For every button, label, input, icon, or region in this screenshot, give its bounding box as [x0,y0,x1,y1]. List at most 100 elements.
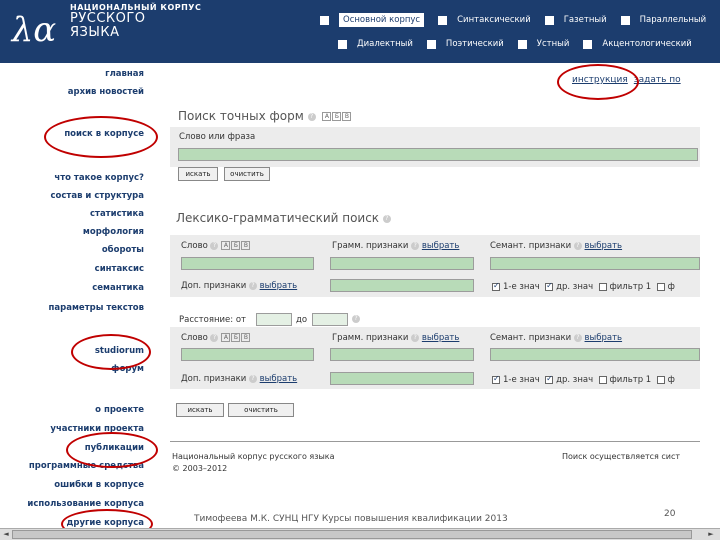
logo[interactable]: λα [6,4,62,56]
extra-choose-link-1[interactable]: выбрать [260,281,298,291]
gram-choose-link[interactable]: выбрать [422,241,460,251]
sidebar-item-phrases[interactable]: обороты [102,245,144,255]
footer-engine-note: Поиск осуществляется сист [562,452,681,461]
sem-label: Семант. признаки ? выбрать [490,241,622,251]
gram-label-2: Грамм. признаки ? выбрать [332,333,459,343]
exact-search-title-text: Поиск точных форм [178,109,304,123]
exact-clear-button[interactable]: очистить [224,167,270,181]
sem-choose-link-2[interactable]: выбрать [585,333,623,343]
help-icon[interactable]: ? [411,333,420,342]
checkbox-filter-1-2[interactable] [598,375,607,384]
extra-label-2: Доп. признаки ? выбрать [181,374,297,384]
nav-poetic-corpus[interactable]: Поэтический [426,39,504,49]
checkbox-filter-1[interactable] [598,282,607,291]
help-icon[interactable]: ? [248,281,257,290]
kbd-key: А [221,333,231,342]
highlight-corpus-search [44,116,158,158]
word-input-1[interactable] [181,257,314,270]
keyboard-icon[interactable]: АБВ [220,333,251,342]
slide-page-number: 20 [664,509,676,519]
checkbox-first-sense-2[interactable] [492,374,500,384]
sem-choose-link[interactable]: выбрать [585,241,623,251]
nav-accent-corpus[interactable]: Акцентологический [583,39,692,49]
sidebar-item-news-archive[interactable]: архив новостей [68,87,144,97]
sidebar-item-text-params[interactable]: параметры текстов [49,303,144,313]
help-icon[interactable]: ? [411,241,420,250]
checkbox-first-sense[interactable] [492,281,500,291]
lexgram-title-text: Лексико-грамматический поиск [176,211,380,225]
help-icon[interactable]: ? [210,333,219,342]
sidebar-item-semantics[interactable]: семантика [92,283,144,293]
help-icon[interactable]: ? [307,112,316,121]
gram-choose-link-2[interactable]: выбрать [422,333,460,343]
footer-corpus-name: Национальный корпус русского языка [172,452,335,461]
help-icon[interactable]: ? [382,214,391,223]
sidebar-item-what-is-corpus[interactable]: что такое корпус? [54,173,144,183]
sem-label-text: Семант. признаки [490,241,572,251]
sidebar-item-statistics[interactable]: статистика [90,209,144,219]
sidebar-item-about[interactable]: о проекте [95,405,144,415]
highlight-studiorum [71,334,151,370]
lexgram-search-button[interactable]: искать [176,403,224,417]
opt-other-sense-label: др. знач [556,282,594,292]
sidebar-item-structure[interactable]: состав и структура [51,191,144,201]
help-icon[interactable]: ? [248,374,257,383]
footer-copyright: © 2003–2012 [172,464,228,473]
nav-parallel-corpus[interactable]: Параллельный [620,15,706,25]
opt-filter-2-1-label: фильтр 1 [609,375,652,385]
nav-spoken-corpus[interactable]: Устный [517,39,569,49]
sidebar-item-corpus-usage[interactable]: использование корпуса [27,499,144,509]
gram-input-2[interactable] [330,348,474,361]
extra-input-1[interactable] [330,279,474,292]
nav-main-corpus[interactable]: Основной корпус [320,13,425,27]
sem-input-1[interactable] [490,257,700,270]
sem-input-2[interactable] [490,348,700,361]
scroll-left-icon[interactable]: ◄ [1,529,11,540]
distance-to-input[interactable] [312,313,348,326]
ask-question-link[interactable]: задать по [634,75,681,85]
exact-phrase-input[interactable] [178,148,698,161]
sidebar-item-errors[interactable]: ошибки в корпусе [54,480,144,490]
square-icon [426,39,436,49]
highlight-instruction [557,64,639,100]
word-label-text: Слово [181,241,208,251]
scrollbar-thumb[interactable] [12,530,692,539]
checkbox-other-sense-2[interactable] [545,374,554,384]
word-input-2[interactable] [181,348,314,361]
word-label-2: Слово ? А Б В [181,333,251,343]
word-label: Слово ? А Б В [181,241,251,251]
logo-text: НАЦИОНАЛЬНЫЙ КОРПУС РУССКОГО ЯЗЫКА [70,3,201,40]
nav-newspaper-corpus[interactable]: Газетный [544,15,607,25]
lexgram-clear-button[interactable]: очистить [228,403,294,417]
keyboard-icon[interactable]: АБВ [321,112,352,121]
help-icon[interactable]: ? [573,241,582,250]
corpus-nav-row-2: Диалектный Поэтический Устный Акцентолог… [338,39,706,49]
extra-input-2[interactable] [330,372,474,385]
sidebar-item-home[interactable]: главная [105,69,144,79]
scroll-right-icon[interactable]: ► [706,529,716,540]
extra-label-text: Доп. признаки [181,281,247,291]
gram-input-1[interactable] [330,257,474,270]
checkbox-other-sense[interactable] [545,281,554,291]
sidebar-item-syntax[interactable]: синтаксис [95,264,144,274]
opt-filter-label: фильтр 1 [609,282,652,292]
nav-dialect-corpus[interactable]: Диалектный [338,39,413,49]
square-icon [338,39,347,49]
slide-caption: Тимофеева М.К. СУНЦ НГУ Курсы повышения … [194,514,508,524]
help-icon[interactable]: ? [210,241,219,250]
exact-search-button[interactable]: искать [178,167,218,181]
checkbox-filter-2[interactable] [656,282,665,291]
opt-filter-2-label: ф [667,282,675,292]
keyboard-icon[interactable]: АБВ [220,241,251,250]
lexgram-search-title: Лексико-грамматический поиск ? [176,211,391,225]
help-icon[interactable]: ? [573,333,582,342]
distance-from-input[interactable] [256,313,292,326]
help-icon[interactable]: ? [352,315,360,323]
horizontal-scrollbar[interactable]: ◄ ► [0,528,720,540]
extra-choose-link-2[interactable]: выбрать [260,374,298,384]
kbd-key: В [241,241,251,250]
sense-options-1: 1-е знач др. знач фильтр 1 ф [492,281,675,292]
sidebar-item-morphology[interactable]: морфология [83,227,144,237]
nav-syntactic-corpus[interactable]: Синтаксический [438,15,531,25]
checkbox-filter-2-2[interactable] [656,375,665,384]
